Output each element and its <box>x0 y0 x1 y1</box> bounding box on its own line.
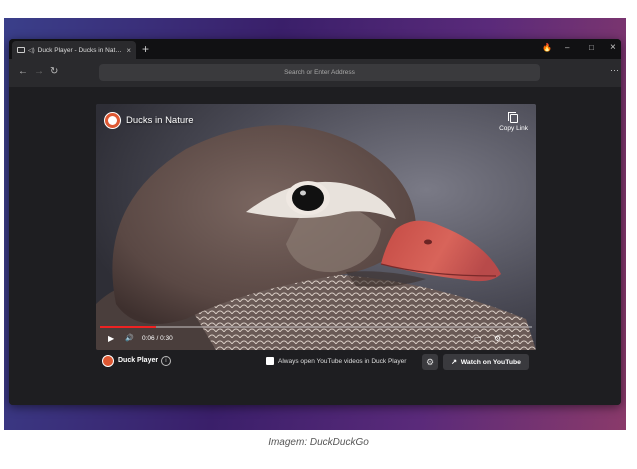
image-caption: Imagem: DuckDuckGo <box>268 437 369 448</box>
browser-window: ◁) Duck Player - Ducks in Nature × + 🔥 –… <box>9 39 621 405</box>
duck-player-tab-icon <box>17 47 25 53</box>
video-player[interactable]: Ducks in Nature Copy Link ▶ 🔊 0:06 / 0:3… <box>96 104 536 350</box>
external-link-icon: ↗ <box>451 359 457 366</box>
duck-player-settings-button[interactable]: ⚙ <box>422 354 438 370</box>
close-window-button[interactable]: × <box>610 43 616 53</box>
maximize-button[interactable]: □ <box>589 43 594 53</box>
duck-player-label: Duck Player <box>118 357 159 364</box>
time-display: 0:06 / 0:30 <box>142 335 173 342</box>
fire-button[interactable]: 🔥 <box>542 43 552 53</box>
audio-icon: ◁) <box>28 47 35 54</box>
tab-title: Duck Player - Ducks in Nature <box>37 46 124 54</box>
copy-link-label: Copy Link <box>499 125 528 132</box>
back-button[interactable]: ← <box>18 66 28 78</box>
reload-button[interactable]: ↻ <box>50 66 58 78</box>
new-tab-button[interactable]: + <box>142 42 149 56</box>
tab-duck-player[interactable]: ◁) Duck Player - Ducks in Nature × <box>12 41 136 59</box>
duck-image <box>96 104 536 350</box>
channel-name: Ducks in Nature <box>126 115 194 126</box>
fullscreen-icon[interactable]: ⛶ <box>513 334 519 344</box>
menu-button[interactable]: ··· <box>610 65 619 75</box>
always-open-label[interactable]: Always open YouTube videos in Duck Playe… <box>278 358 406 365</box>
page-content: Ducks in Nature Copy Link ▶ 🔊 0:06 / 0:3… <box>9 87 621 405</box>
progress-fill <box>100 326 157 328</box>
tab-close-icon[interactable]: × <box>126 46 131 55</box>
watch-on-youtube-button[interactable]: ↗ Watch on YouTube <box>443 354 529 370</box>
duck-player-logo-icon <box>102 355 114 367</box>
duck-player-bar: Duck Player i Always open YouTube videos… <box>96 350 536 374</box>
info-icon[interactable]: i <box>161 356 171 366</box>
minimize-button[interactable]: – <box>565 43 569 53</box>
navigation-bar: ← → ↻ Search or Enter Address ··· <box>9 59 621 87</box>
captions-icon[interactable]: ▭ <box>474 334 482 344</box>
volume-icon[interactable]: 🔊 <box>125 334 134 344</box>
forward-button[interactable]: → <box>34 66 44 78</box>
watch-on-youtube-label: Watch on YouTube <box>460 358 521 366</box>
copy-link-button[interactable]: Copy Link <box>499 112 528 132</box>
play-icon[interactable]: ▶ <box>108 334 114 344</box>
always-open-checkbox[interactable] <box>266 357 274 365</box>
tab-strip: ◁) Duck Player - Ducks in Nature × + 🔥 –… <box>9 39 621 59</box>
desktop-wallpaper: ◁) Duck Player - Ducks in Nature × + 🔥 –… <box>4 18 626 430</box>
settings-icon[interactable]: ⚙ <box>494 334 501 344</box>
progress-bar[interactable] <box>100 326 532 328</box>
address-bar[interactable]: Search or Enter Address <box>99 64 540 81</box>
copy-icon <box>507 112 518 123</box>
channel-header[interactable]: Ducks in Nature <box>104 112 194 129</box>
duckduckgo-logo-icon <box>104 112 121 129</box>
